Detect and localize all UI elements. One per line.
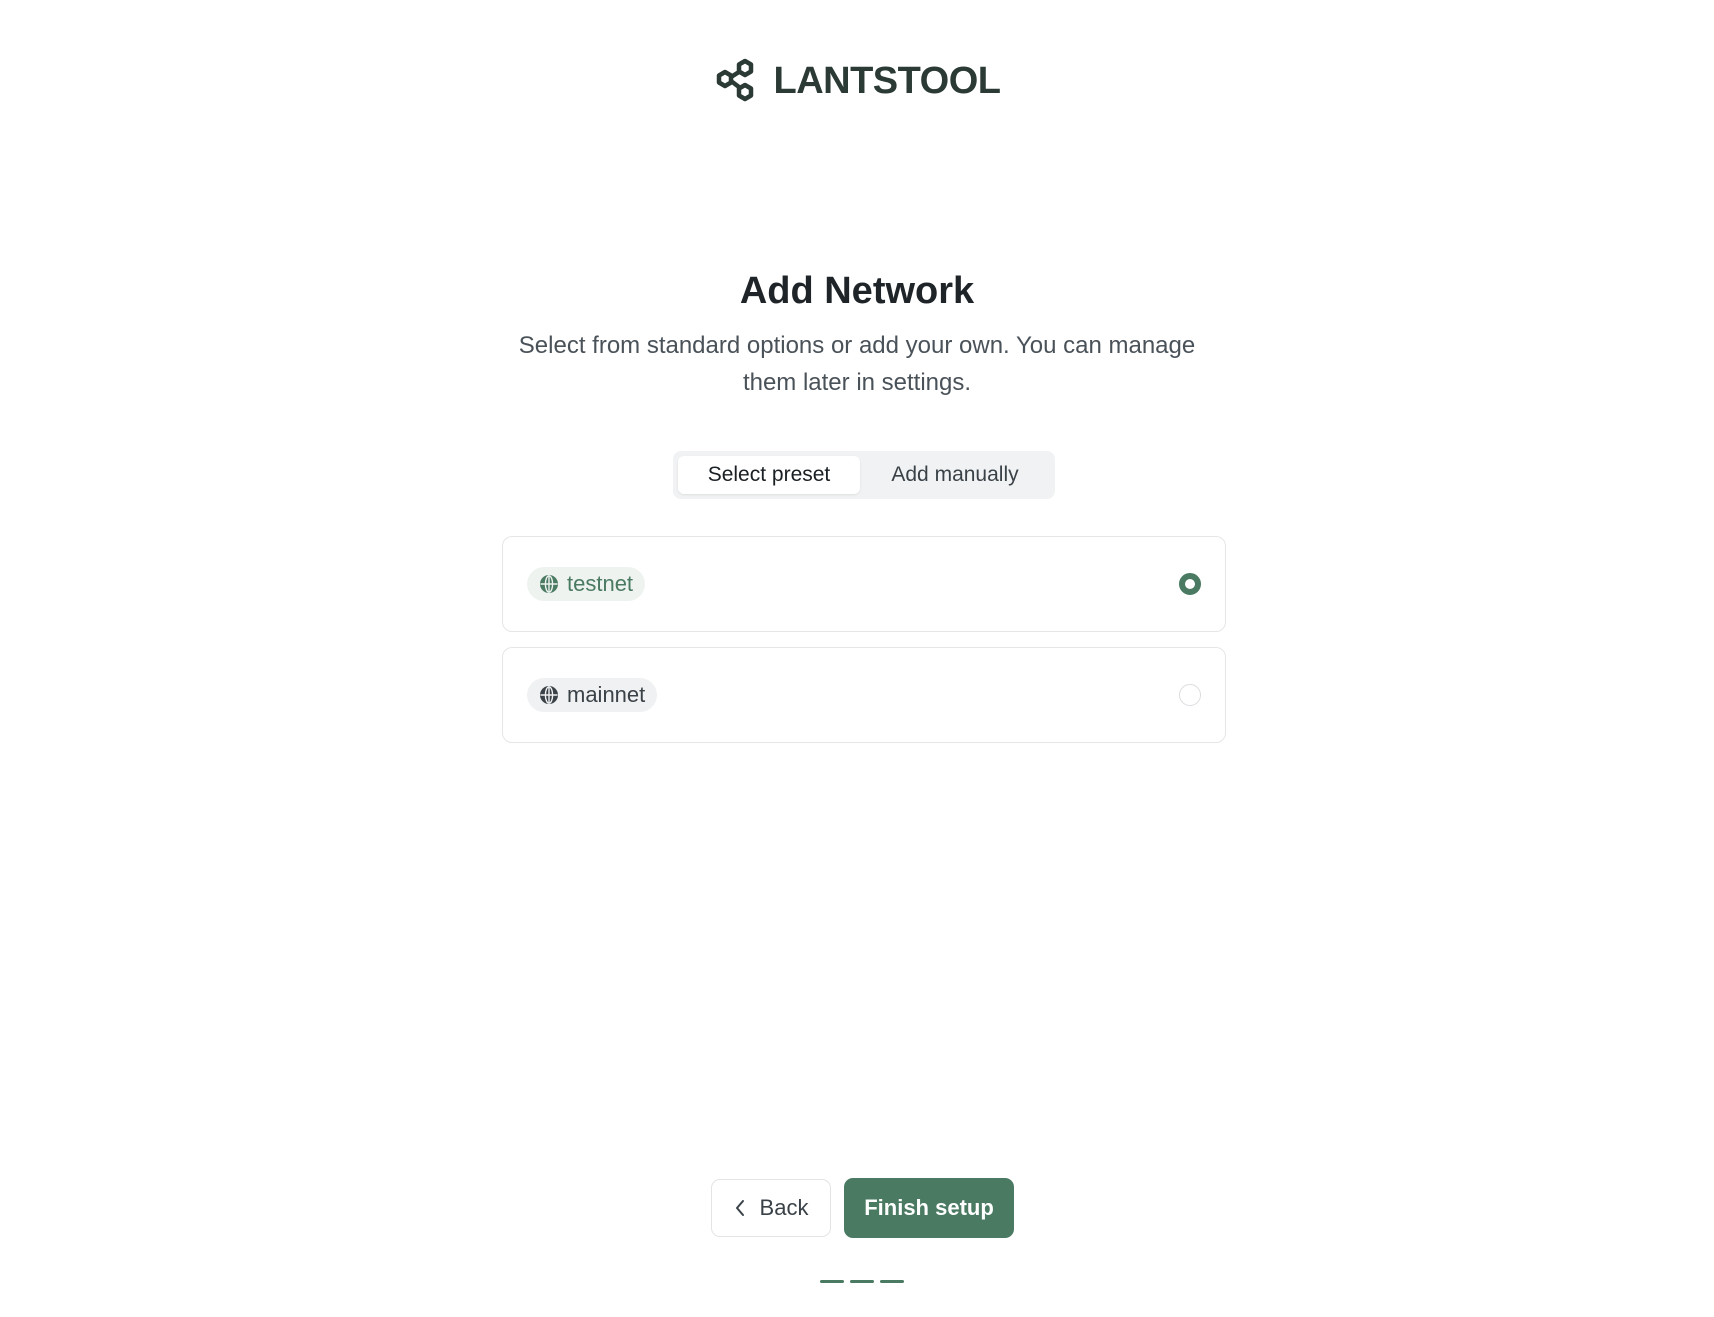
step-dash xyxy=(880,1280,904,1283)
step-indicator xyxy=(820,1280,904,1283)
network-option-testnet[interactable]: testnet xyxy=(502,536,1226,632)
back-button[interactable]: Back xyxy=(711,1179,831,1237)
globe-icon xyxy=(540,686,558,704)
tab-select-preset[interactable]: Select preset xyxy=(678,456,860,494)
finish-setup-button[interactable]: Finish setup xyxy=(844,1178,1014,1238)
network-label: testnet xyxy=(567,571,634,596)
page-subtitle: Select from standard options or add your… xyxy=(518,332,1196,396)
network-label: mainnet xyxy=(567,682,646,707)
network-option-mainnet[interactable]: mainnet xyxy=(502,647,1226,743)
chevron-left-icon xyxy=(735,1200,744,1216)
brand-logo: LANTSTOOL xyxy=(0,56,1714,106)
step-dash xyxy=(850,1280,874,1283)
globe-icon xyxy=(540,575,558,593)
back-button-label: Back xyxy=(759,1195,809,1220)
brand-name: LANTSTOOL xyxy=(773,59,1001,102)
tab-add-manually[interactable]: Add manually xyxy=(860,456,1050,494)
setup-page: LANTSTOOL Add Network Select from standa… xyxy=(0,0,1714,1317)
hexagon-cluster-icon xyxy=(717,58,754,102)
network-badge: testnet xyxy=(527,567,646,601)
step-dash xyxy=(820,1280,844,1283)
radio-unselected[interactable] xyxy=(1179,684,1201,706)
radio-selected[interactable] xyxy=(1179,573,1201,595)
mode-tabs: Select preset Add manually xyxy=(673,451,1055,499)
page-title: Add Network xyxy=(739,270,975,312)
network-badge: mainnet xyxy=(527,678,658,712)
